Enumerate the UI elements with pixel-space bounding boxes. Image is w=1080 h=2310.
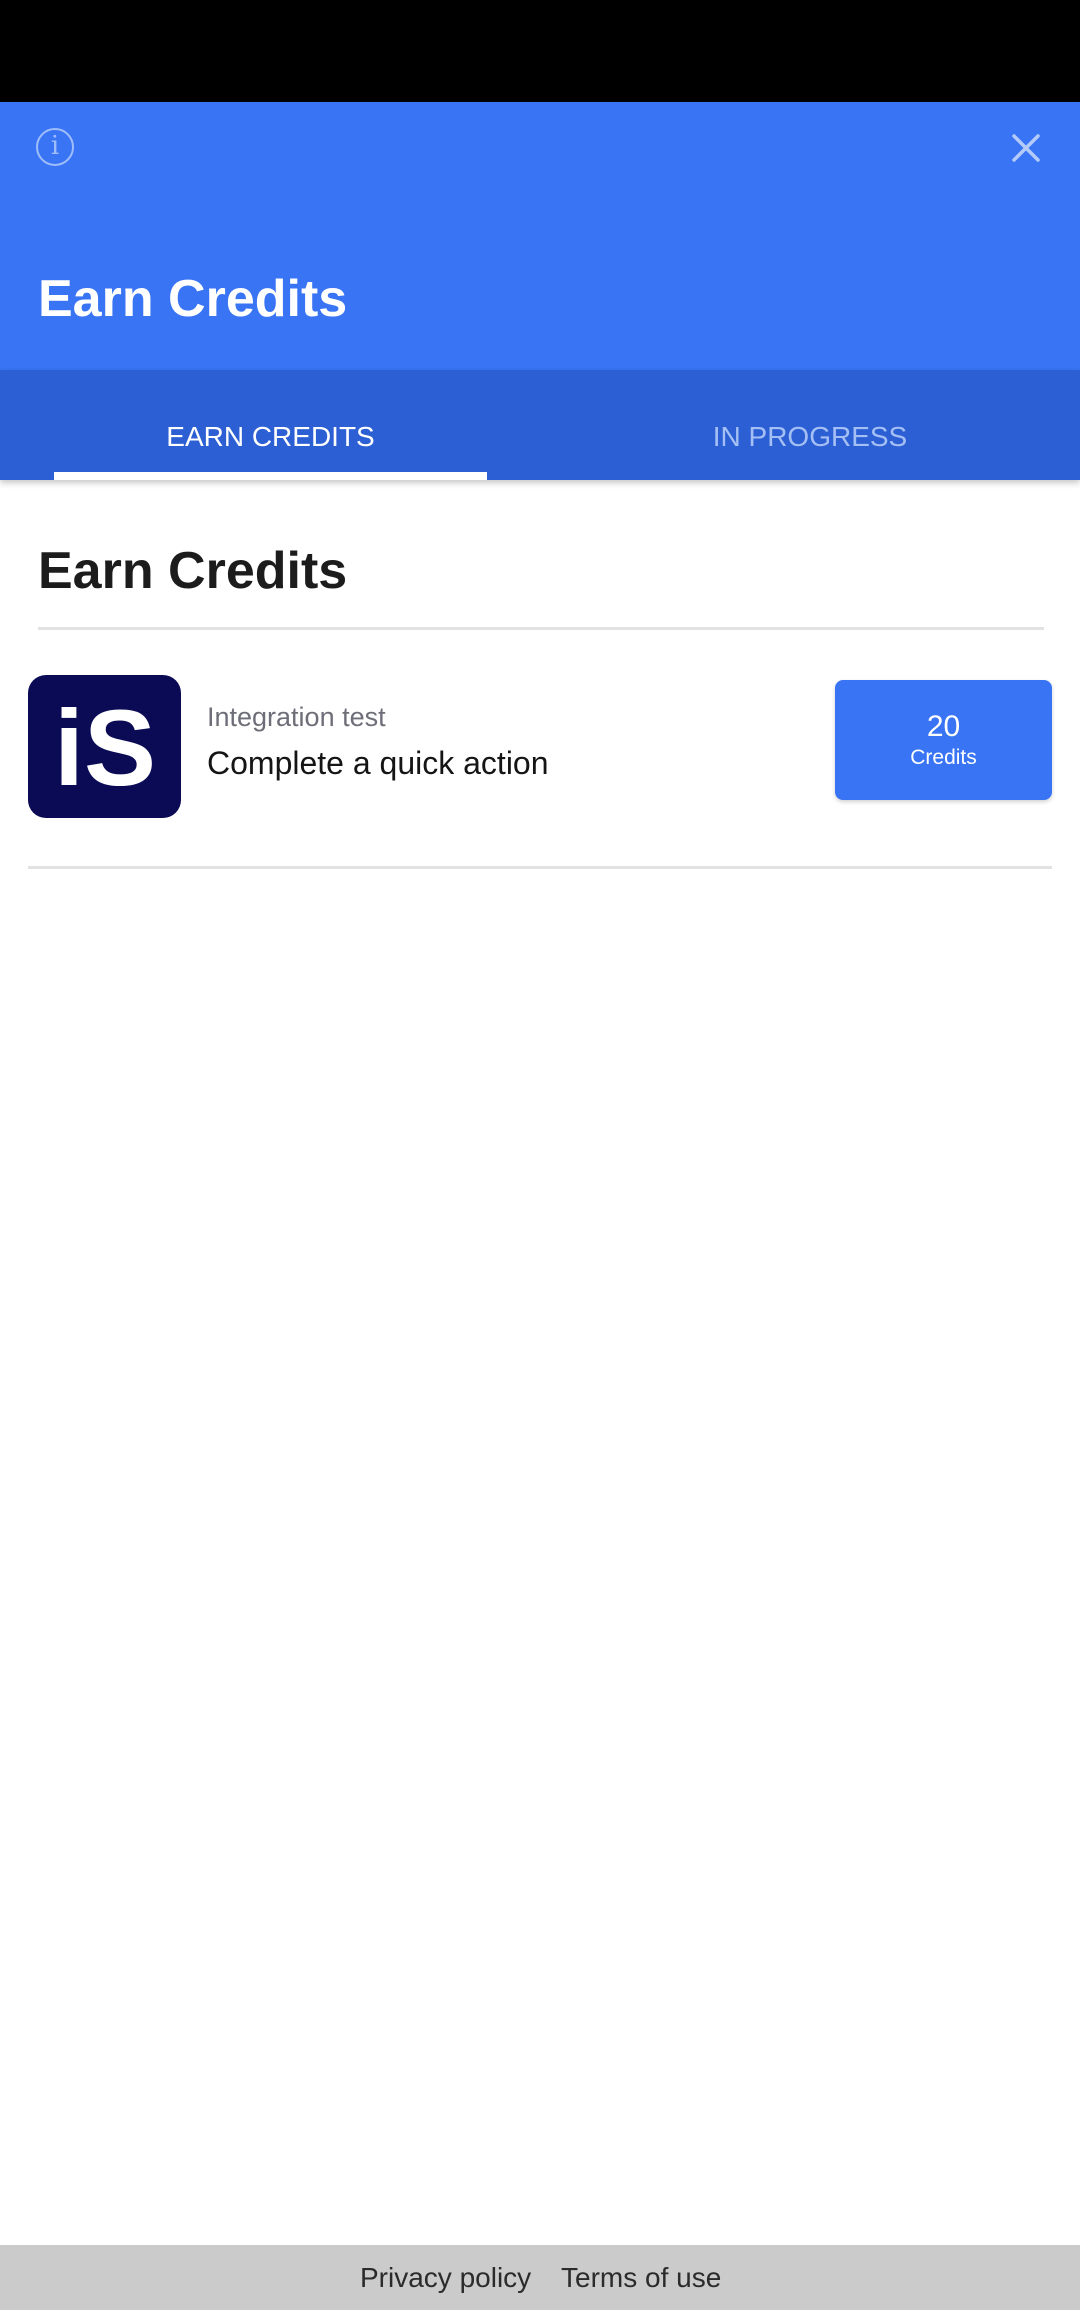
info-icon[interactable]: i xyxy=(36,128,74,166)
offer-subtitle: Integration test xyxy=(207,702,386,732)
credits-unit: Credits xyxy=(910,746,977,769)
offer-logo-graphic: iS xyxy=(54,687,156,808)
offer-logo-text: iS xyxy=(54,687,156,808)
tab-earn-credits[interactable]: EARN CREDITS xyxy=(54,370,487,480)
divider xyxy=(38,627,1044,630)
section-title: Earn Credits xyxy=(38,542,348,600)
footer: Privacy policy Terms of use xyxy=(0,2245,1080,2310)
offer-title: Complete a quick action xyxy=(207,745,549,781)
close-icon[interactable] xyxy=(1006,128,1046,168)
page-title: Earn Credits xyxy=(38,270,348,328)
credits-value: 20 xyxy=(926,710,961,743)
terms-of-use-link[interactable]: Terms of use xyxy=(561,2245,721,2310)
status-bar xyxy=(0,0,1080,102)
offer-logo: iS xyxy=(28,675,181,818)
tab-selected-indicator xyxy=(54,472,487,480)
offer-item[interactable]: iS Integration test Complete a quick act… xyxy=(28,660,1052,868)
tab-in-progress[interactable]: IN PROGRESS xyxy=(540,370,1080,480)
tab-bar: EARN CREDITS IN PROGRESS xyxy=(0,370,1080,480)
divider xyxy=(28,866,1052,869)
credits-button[interactable]: 20 Credits xyxy=(835,680,1052,800)
privacy-policy-link[interactable]: Privacy policy xyxy=(360,2245,531,2310)
